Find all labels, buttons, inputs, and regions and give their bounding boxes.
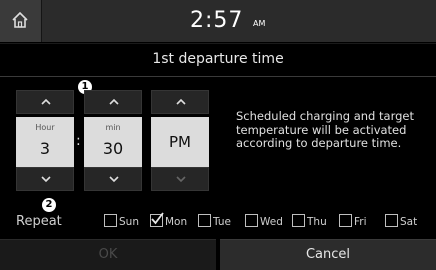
chevron-up-icon bbox=[176, 98, 186, 105]
minute-unit-label: min bbox=[105, 123, 121, 132]
clock-ampm: AM bbox=[253, 19, 266, 28]
day-checkbox-mon[interactable]: Mon bbox=[150, 212, 188, 230]
repeat-label: Repeat bbox=[16, 214, 62, 229]
chevron-down-icon bbox=[176, 176, 186, 183]
checkbox-unchecked-icon bbox=[292, 214, 305, 227]
day-label: Fri bbox=[354, 216, 367, 228]
hour-value-box[interactable]: Hour 3 bbox=[16, 117, 74, 167]
ok-button-label: OK bbox=[98, 247, 118, 262]
checkbox-unchecked-icon bbox=[385, 214, 398, 227]
checkbox-checked-icon bbox=[150, 212, 164, 227]
day-label: Wed bbox=[260, 216, 283, 228]
ampm-value-box[interactable]: PM bbox=[151, 117, 209, 167]
day-label: Thu bbox=[307, 216, 327, 228]
day-checkbox-sat[interactable]: Sat bbox=[385, 214, 417, 230]
day-label: Tue bbox=[213, 216, 231, 228]
hour-unit-label: Hour bbox=[35, 123, 55, 132]
ampm-up-button[interactable] bbox=[151, 90, 209, 114]
hour-value: 3 bbox=[39, 139, 51, 158]
day-checkbox-sun[interactable]: Sun bbox=[104, 214, 139, 230]
hour-down-button[interactable] bbox=[16, 167, 74, 191]
minute-value: 30 bbox=[102, 139, 124, 158]
day-label: Sun bbox=[119, 216, 139, 228]
day-checkbox-thu[interactable]: Thu bbox=[292, 214, 327, 230]
clock-time: 2:57 bbox=[190, 8, 244, 33]
minute-up-button[interactable] bbox=[84, 90, 142, 114]
day-checkbox-wed[interactable]: Wed bbox=[245, 214, 283, 230]
page-title: 1st departure time bbox=[152, 51, 284, 67]
checkbox-unchecked-icon bbox=[339, 214, 352, 227]
time-separator: : bbox=[76, 133, 81, 149]
chevron-down-icon bbox=[109, 176, 119, 183]
day-label: Mon bbox=[165, 216, 188, 228]
ampm-down-button[interactable] bbox=[151, 167, 209, 191]
home-icon bbox=[12, 11, 28, 28]
callout-badge-2: 2 bbox=[42, 198, 56, 212]
checkbox-unchecked-icon bbox=[104, 214, 117, 227]
minute-value-box[interactable]: min 30 bbox=[84, 117, 142, 167]
info-text: Scheduled charging and target temperatur… bbox=[236, 109, 414, 150]
home-button[interactable] bbox=[0, 0, 42, 42]
day-checkbox-fri[interactable]: Fri bbox=[339, 214, 367, 230]
hour-up-button[interactable] bbox=[16, 90, 74, 114]
day-label: Sat bbox=[400, 216, 418, 228]
day-checkbox-tue[interactable]: Tue bbox=[198, 214, 231, 230]
chevron-up-icon bbox=[109, 98, 119, 105]
checkbox-unchecked-icon bbox=[245, 214, 258, 227]
ampm-value: PM bbox=[169, 133, 191, 151]
chevron-up-icon bbox=[41, 98, 51, 105]
cancel-button-label: Cancel bbox=[305, 247, 351, 262]
chevron-down-icon bbox=[41, 176, 51, 183]
minute-down-button[interactable] bbox=[84, 167, 142, 191]
checkbox-unchecked-icon bbox=[198, 214, 211, 227]
